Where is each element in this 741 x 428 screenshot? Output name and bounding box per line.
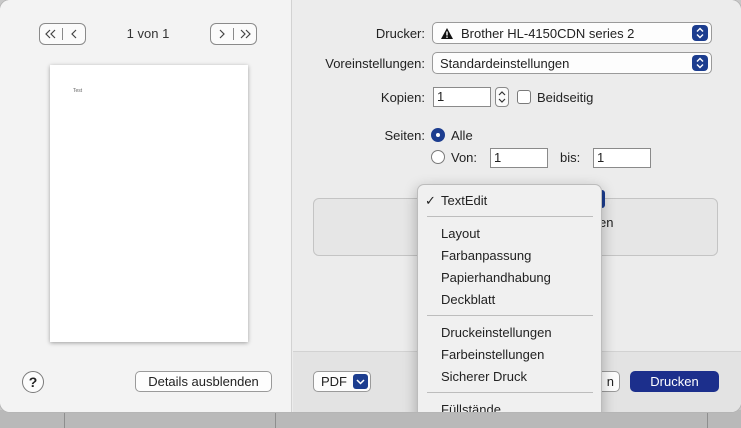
duplex-checkbox[interactable] xyxy=(517,90,531,104)
pages-label: Seiten: xyxy=(384,128,425,143)
menu-item-color-matching[interactable]: Farbanpassung xyxy=(418,246,601,266)
menu-item-print-settings[interactable]: Druckeinstellungen xyxy=(418,323,601,343)
preview-document-text: Test xyxy=(73,88,83,94)
preview-pane: 1 von 1 Test ? Details ausblenden xyxy=(0,0,292,412)
section-dropdown-menu: ✓ TextEdit Layout Farbanpassung Papierha… xyxy=(417,184,602,412)
menu-item-label: TextEdit xyxy=(441,193,488,208)
presets-popup[interactable]: Standardeinstellungen xyxy=(432,52,712,74)
pages-from-label: Von: xyxy=(451,150,478,165)
next-page-buttons[interactable] xyxy=(210,23,257,45)
last-page-icon[interactable] xyxy=(234,24,256,44)
presets-value: Standardeinstellungen xyxy=(440,55,570,71)
print-dialog: 1 von 1 Test ? Details ausblenden Drucke… xyxy=(0,0,741,412)
menu-item-cover-page[interactable]: Deckblatt xyxy=(418,290,601,310)
pages-to-field[interactable]: 1 xyxy=(593,148,651,168)
popup-arrows-icon xyxy=(692,25,708,41)
pages-all-label: Alle xyxy=(451,128,473,143)
details-hide-button[interactable]: Details ausblenden xyxy=(135,371,272,392)
duplex-label: Beidseitig xyxy=(537,90,594,105)
printer-label: Drucker: xyxy=(375,26,425,41)
background-column-line xyxy=(64,410,65,428)
first-page-icon[interactable] xyxy=(40,24,62,44)
menu-item-color-settings[interactable]: Farbeinstellungen xyxy=(418,345,601,365)
menu-item-layout[interactable]: Layout xyxy=(418,224,601,244)
checkmark-icon: ✓ xyxy=(425,193,436,208)
copies-stepper[interactable] xyxy=(495,87,509,107)
pages-to-label: bis: xyxy=(560,150,581,165)
pages-all-radio[interactable] xyxy=(431,128,445,142)
menu-separator xyxy=(427,315,593,316)
menu-item-textedit[interactable]: ✓ TextEdit xyxy=(418,191,601,211)
chevron-down-icon xyxy=(353,374,368,389)
prev-page-buttons[interactable] xyxy=(39,23,86,45)
menu-separator xyxy=(427,392,593,393)
menu-item-supply-levels[interactable]: Füllstände xyxy=(418,400,601,412)
copies-field[interactable]: 1 xyxy=(433,87,491,107)
page-count-label: 1 von 1 xyxy=(126,26,170,41)
background-column-line xyxy=(275,410,276,428)
help-button[interactable]: ? xyxy=(22,371,44,393)
background-column-line xyxy=(707,410,708,428)
pages-range-radio[interactable] xyxy=(431,150,445,164)
printer-value: Brother HL-4150CDN series 2 xyxy=(461,25,635,41)
menu-item-secure-print[interactable]: Sicherer Druck xyxy=(418,367,601,387)
copies-label: Kopien: xyxy=(380,90,425,105)
page-preview: Test xyxy=(50,65,248,342)
background-window-strip xyxy=(0,410,741,428)
pdf-menu-button[interactable]: PDF xyxy=(313,371,371,392)
menu-item-paper-handling[interactable]: Papierhandhabung xyxy=(418,268,601,288)
next-page-icon[interactable] xyxy=(211,24,233,44)
warning-icon xyxy=(441,27,453,39)
stepper-arrows-icon xyxy=(498,91,506,103)
popup-arrows-icon xyxy=(692,55,708,71)
pages-from-field[interactable]: 1 xyxy=(490,148,548,168)
presets-label: Voreinstellungen: xyxy=(325,56,425,71)
print-button[interactable]: Drucken xyxy=(630,371,719,392)
previous-page-icon[interactable] xyxy=(63,24,85,44)
printer-popup[interactable]: Brother HL-4150CDN series 2 xyxy=(432,22,712,44)
menu-separator xyxy=(427,216,593,217)
pdf-label: PDF xyxy=(321,374,347,389)
